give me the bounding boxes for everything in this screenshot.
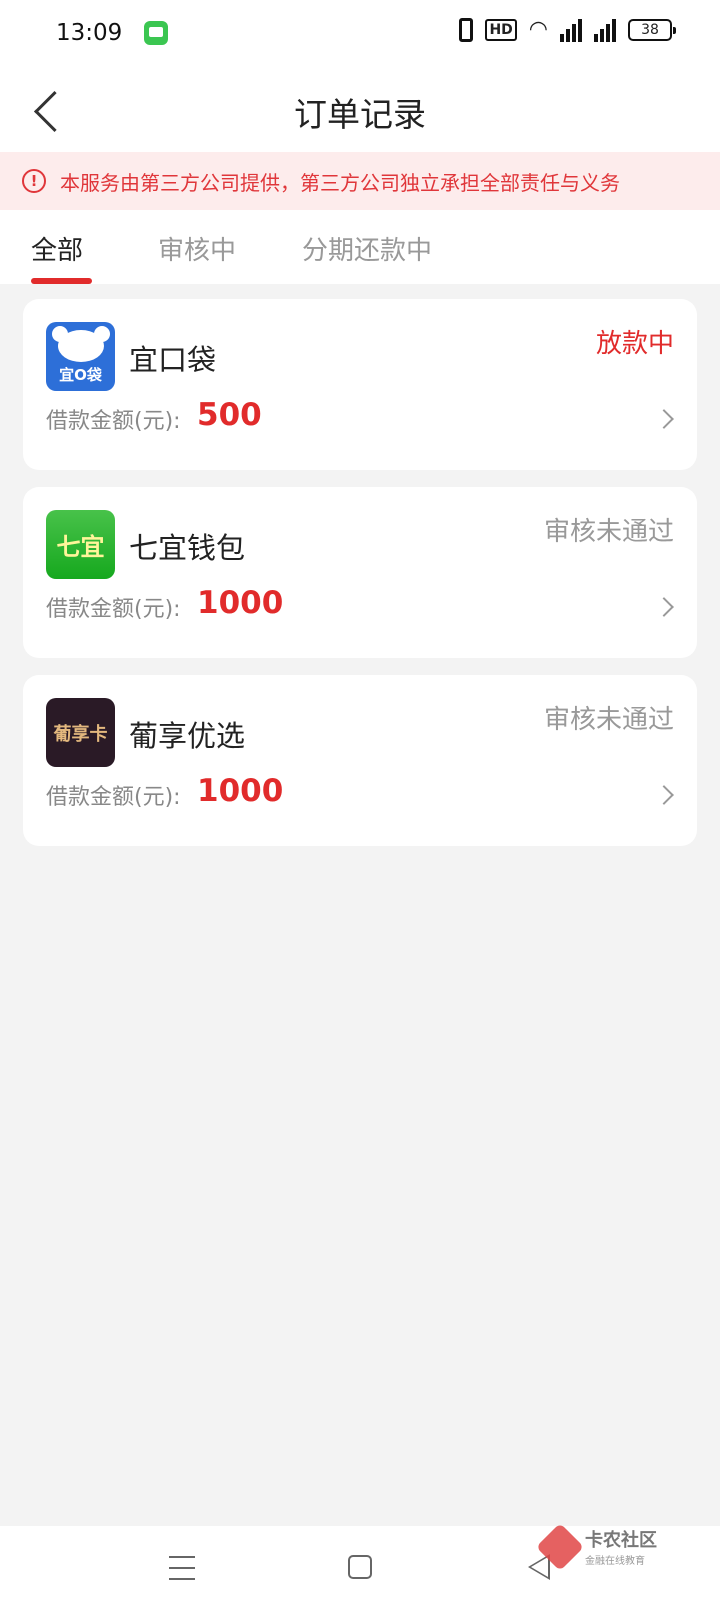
tab-installment[interactable]: 分期还款中 (302, 230, 432, 267)
signal-icon-1 (560, 18, 582, 42)
alert-icon: ! (22, 169, 46, 193)
order-amount: 1000 (197, 773, 284, 809)
wifi-icon: ◠ (528, 17, 548, 42)
status-time: 13:09 (56, 20, 123, 46)
page-title: 订单记录 (294, 95, 426, 134)
message-app-icon (144, 21, 169, 45)
order-card[interactable]: 宜O袋 宜口袋 放款中 借款金额(元): 500 (23, 299, 697, 470)
order-amount: 1000 (197, 585, 284, 621)
notice-banner: ! 本服务由第三方公司提供，第三方公司独立承担全部责任与义务 (0, 152, 720, 210)
puxiang-logo: 葡享卡 (46, 698, 115, 767)
battery-icon: 38 (628, 19, 676, 41)
chevron-right-icon (654, 597, 674, 617)
hd-icon: HD (485, 19, 517, 41)
order-amount: 500 (197, 397, 262, 433)
order-card[interactable]: 七宜 七宜钱包 审核未通过 借款金额(元): 1000 (23, 487, 697, 658)
vibrate-icon (459, 18, 474, 42)
chevron-right-icon (654, 785, 674, 805)
order-name: 七宜钱包 (129, 531, 246, 565)
amount-label: 借款金额(元): (46, 597, 181, 622)
signal-icon-2 (594, 18, 616, 42)
chevron-right-icon (654, 409, 674, 429)
watermark: 卡农社区 金融在线教育 (535, 1522, 657, 1571)
order-name: 葡享优选 (129, 719, 246, 753)
tab-active-indicator (31, 278, 92, 284)
amount-label: 借款金额(元): (46, 785, 181, 810)
status-icons: HD ◠ 38 (459, 17, 676, 42)
notice-text: 本服务由第三方公司提供，第三方公司独立承担全部责任与义务 (60, 170, 620, 195)
status-bar: 13:09 HD ◠ 38 (0, 0, 720, 66)
yikoudai-logo: 宜O袋 (46, 322, 115, 391)
order-name: 宜口袋 (129, 343, 217, 377)
order-status: 放款中 (595, 329, 674, 359)
tab-reviewing[interactable]: 审核中 (158, 230, 236, 267)
order-status: 审核未通过 (543, 705, 674, 735)
order-status: 审核未通过 (543, 517, 674, 547)
home-icon[interactable] (348, 1555, 372, 1579)
nav-bar: 订单记录 (0, 66, 720, 152)
menu-icon[interactable] (169, 1556, 195, 1580)
qiyi-wallet-logo: 七宜 (46, 510, 115, 579)
tab-all[interactable]: 全部 (31, 230, 83, 267)
amount-label: 借款金额(元): (46, 409, 181, 434)
koala-icon (51, 326, 110, 362)
tab-bar: 全部 审核中 分期还款中 (0, 210, 720, 284)
order-card[interactable]: 葡享卡 葡享优选 审核未通过 借款金额(元): 1000 (23, 675, 697, 846)
watermark-logo-icon (535, 1522, 585, 1571)
